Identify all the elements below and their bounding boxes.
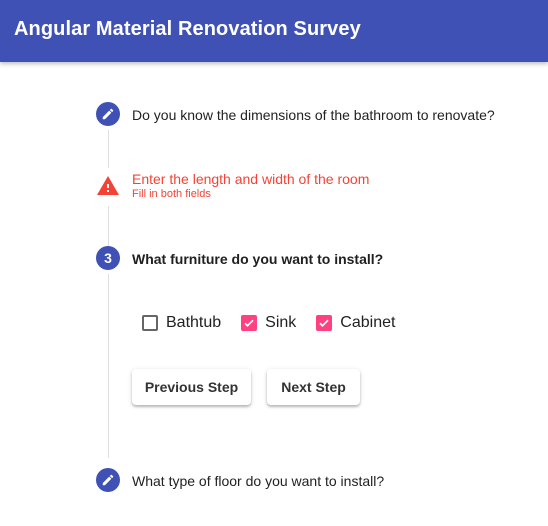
checkbox-cabinet-box[interactable]: [316, 315, 333, 331]
step-2-error-hint: Fill in both fields: [132, 188, 211, 200]
check-icon: [244, 319, 254, 327]
app-toolbar: Angular Material Renovation Survey: [0, 0, 548, 62]
step-1-indicator: [96, 102, 120, 126]
step-connector: [108, 130, 109, 168]
step-connector: [108, 274, 109, 458]
app-title: Angular Material Renovation Survey: [14, 18, 361, 40]
checkbox-sink[interactable]: Sink: [241, 314, 296, 332]
warning-icon: [97, 176, 119, 195]
checkbox-bathtub-box[interactable]: [142, 315, 158, 331]
checkbox-bathtub-label: Bathtub: [166, 314, 222, 331]
step-4-indicator: [96, 468, 120, 492]
next-step-button[interactable]: Next Step: [267, 369, 360, 405]
pencil-icon: [102, 108, 114, 120]
checkbox-sink-label: Sink: [265, 314, 297, 331]
check-icon: [319, 319, 329, 327]
step-connector: [108, 206, 109, 246]
checkbox-bathtub[interactable]: Bathtub: [142, 314, 221, 332]
pencil-icon: [102, 474, 114, 486]
furniture-options: Bathtub Sink Cabinet: [142, 314, 415, 332]
step-1-label: Do you know the dimensions of the bathro…: [132, 107, 495, 123]
step-3-label: What furniture do you want to install?: [132, 251, 384, 267]
step-4-label: What type of floor do you want to instal…: [132, 473, 385, 489]
checkbox-sink-box[interactable]: [241, 315, 258, 331]
checkbox-cabinet[interactable]: Cabinet: [316, 314, 395, 332]
previous-step-button[interactable]: Previous Step: [132, 369, 251, 405]
checkbox-cabinet-label: Cabinet: [340, 314, 396, 331]
step-3-indicator: 3: [96, 246, 120, 270]
step-2-label[interactable]: Enter the length and width of the room: [132, 171, 369, 187]
